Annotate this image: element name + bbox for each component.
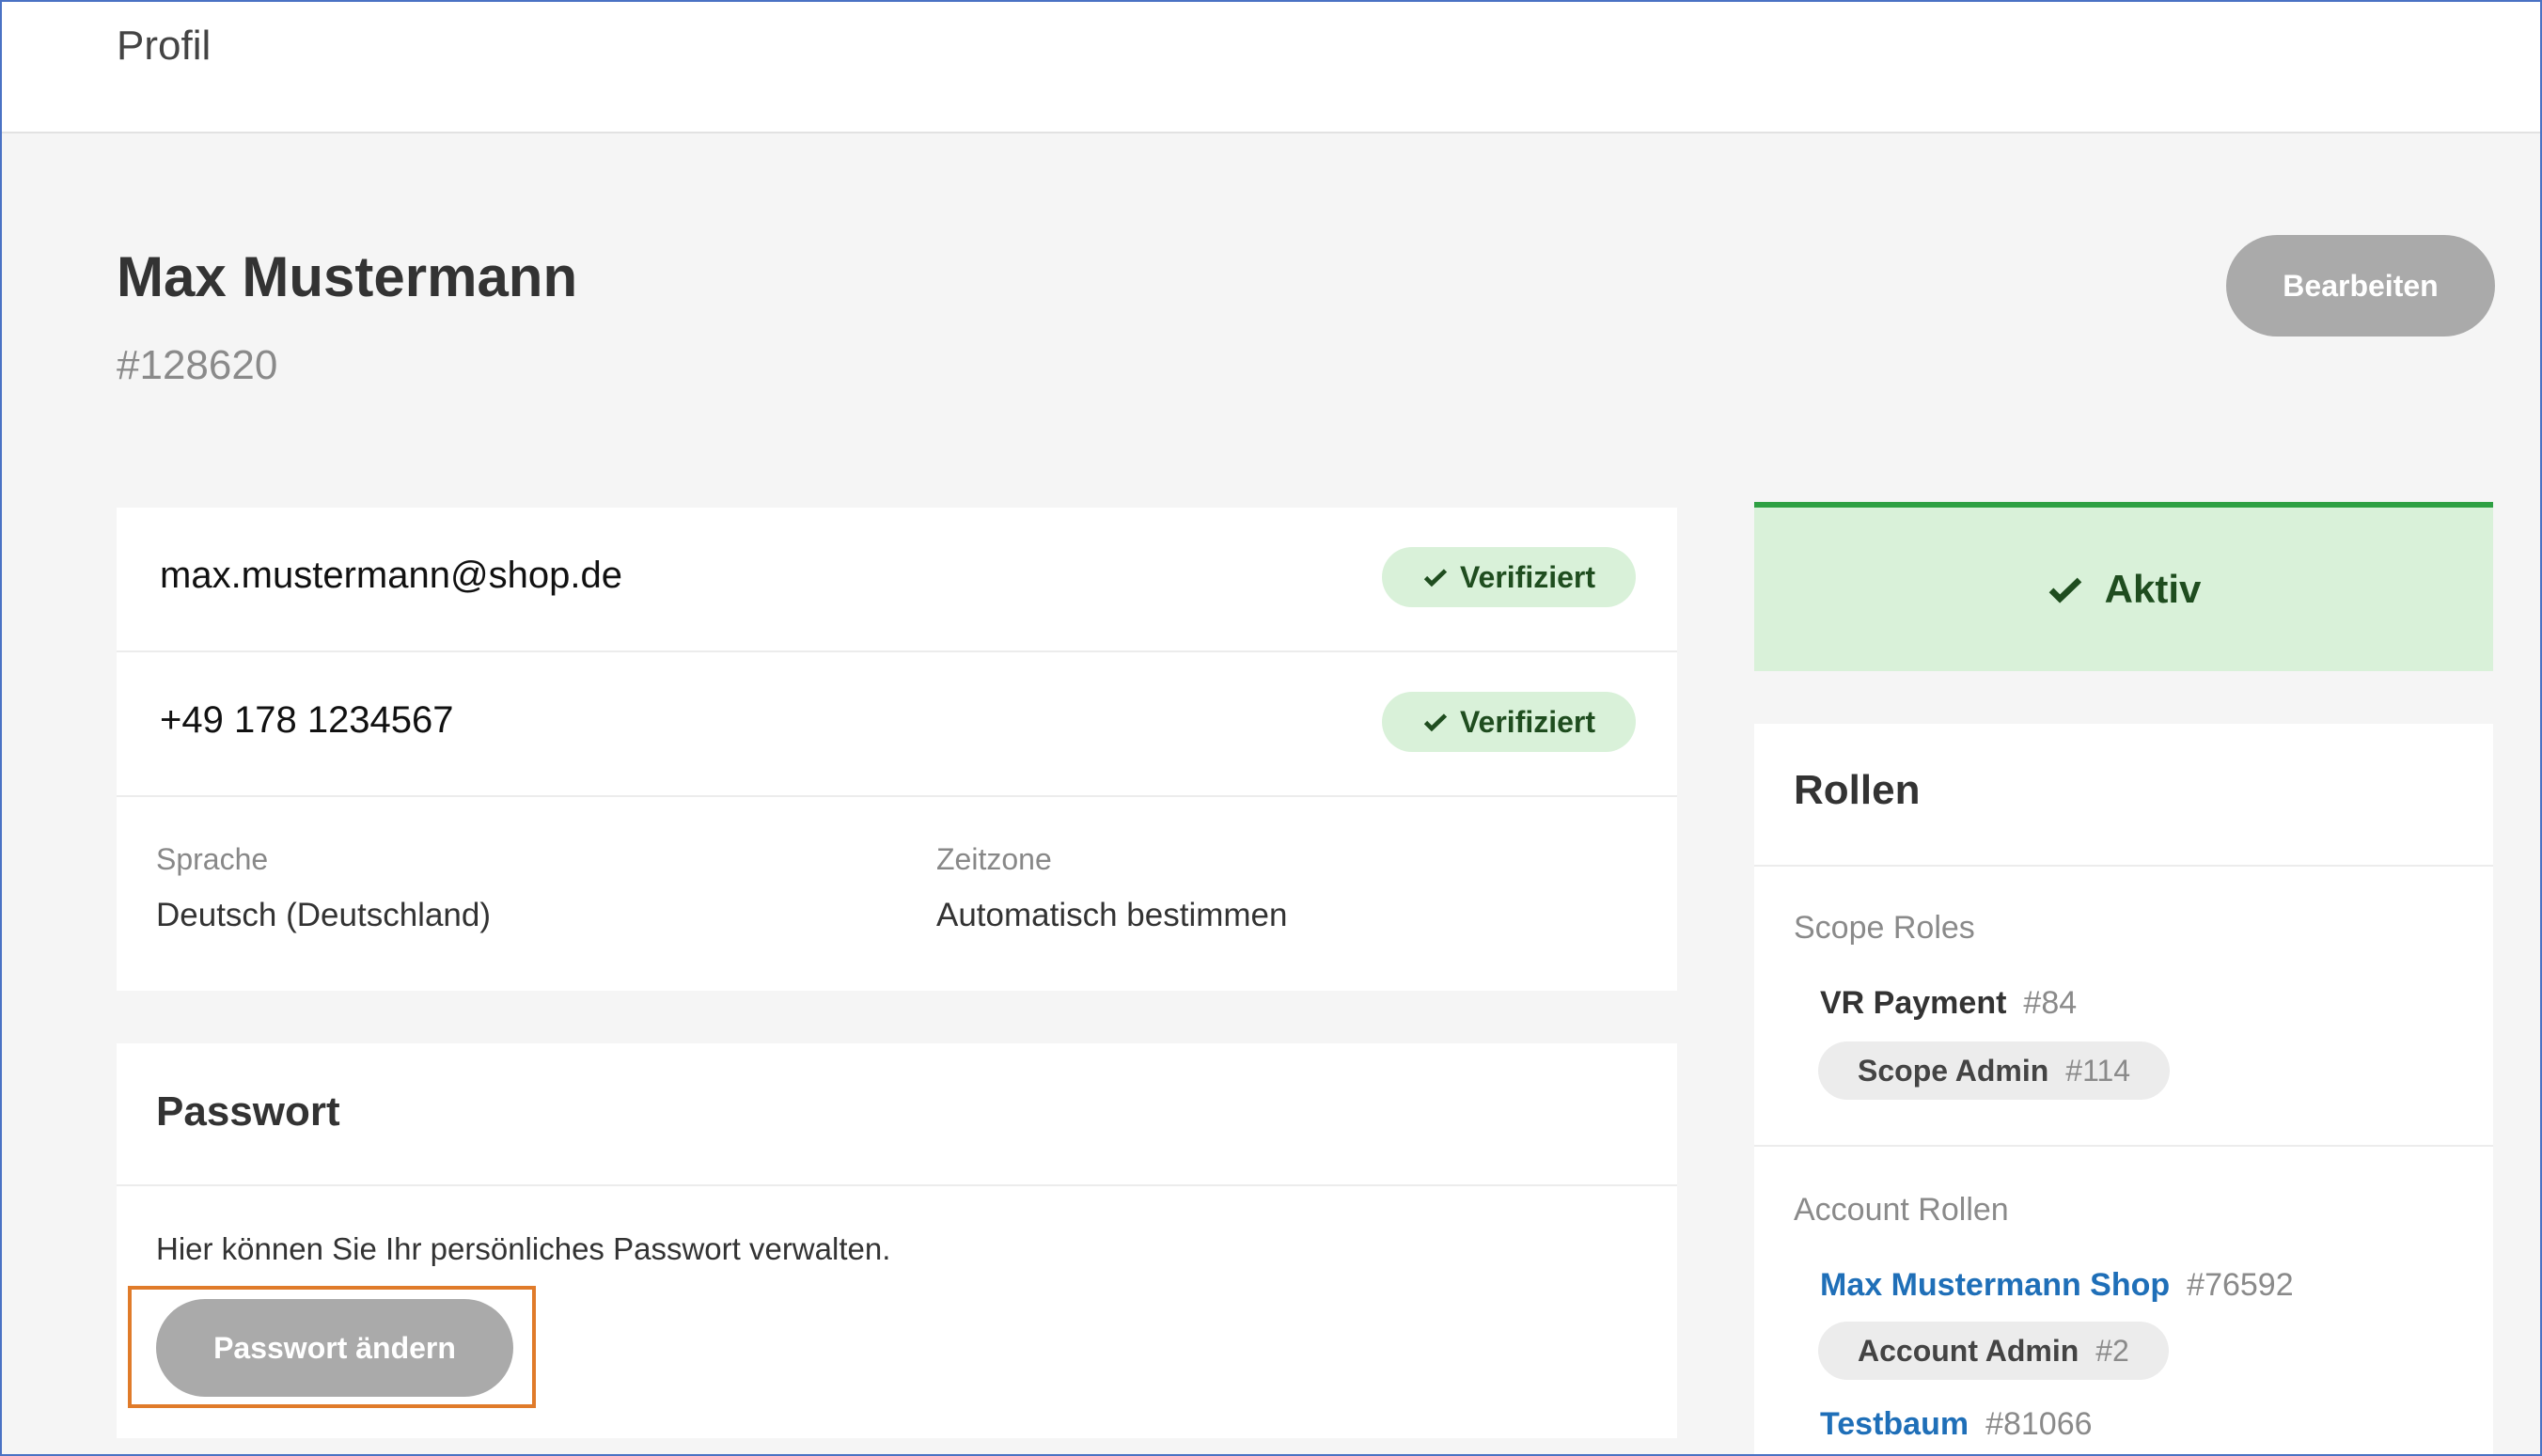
phone-row: +49 178 1234567 Verifiziert <box>117 650 1677 797</box>
phone-value: +49 178 1234567 <box>160 699 454 741</box>
role-id: #2 <box>2095 1333 2129 1368</box>
language-label: Sprache <box>156 842 269 876</box>
divider <box>1754 865 2493 867</box>
user-name: Max Mustermann <box>117 245 578 308</box>
divider <box>1754 1145 2493 1147</box>
check-icon <box>2048 577 2081 603</box>
account-link[interactable]: Testbaum #81066 <box>1820 1406 2093 1443</box>
divider <box>117 1184 1677 1186</box>
status-label: Aktiv <box>2104 567 2202 611</box>
timezone-value: Automatisch bestimmen <box>936 897 1288 933</box>
email-row: max.mustermann@shop.de Verifiziert <box>117 508 1677 652</box>
role-name: Scope Admin <box>1858 1053 2049 1088</box>
role-id: #114 <box>2065 1053 2131 1088</box>
account-id: #81066 <box>1985 1406 2093 1442</box>
email-verified-badge: Verifiziert <box>1382 547 1636 607</box>
account-roles-label: Account Rollen <box>1794 1192 2009 1228</box>
phone-verified-badge: Verifiziert <box>1382 692 1636 752</box>
roles-card: Rollen Scope Roles VR Payment #84 Scope A… <box>1754 724 2493 1454</box>
profile-window: Profil Max Mustermann #128620 Bearbeiten… <box>0 0 2542 1456</box>
role-chip: Scope Admin #114 <box>1818 1041 2171 1100</box>
role-chip: Account Admin #2 <box>1818 1322 2169 1380</box>
account-name[interactable]: Max Mustermann Shop <box>1820 1267 2170 1303</box>
email-status-label: Verifiziert <box>1459 559 1596 594</box>
scope-id: #84 <box>2023 985 2078 1021</box>
account-link[interactable]: Max Mustermann Shop #76592 <box>1820 1267 2294 1304</box>
phone-status-label: Verifiziert <box>1459 704 1596 739</box>
highlight-box <box>128 1286 536 1408</box>
language-value: Deutsch (Deutschland) <box>156 897 491 933</box>
check-icon <box>1423 713 1448 732</box>
top-bar: Profil <box>2 2 2540 133</box>
check-icon <box>1423 569 1448 587</box>
role-name: Account Admin <box>1858 1333 2079 1368</box>
password-description: Hier können Sie Ihr persönliches Passwor… <box>156 1231 891 1266</box>
page-title: Profil <box>117 23 212 69</box>
edit-button[interactable]: Bearbeiten <box>2226 235 2495 337</box>
account-id: #76592 <box>2187 1267 2294 1303</box>
scope-roles-label: Scope Roles <box>1794 910 1975 946</box>
scope-entity: VR Payment #84 <box>1820 985 2077 1022</box>
email-value: max.mustermann@shop.de <box>160 555 622 596</box>
contact-card: max.mustermann@shop.de Verifiziert +49 1… <box>117 508 1677 991</box>
user-id: #128620 <box>117 342 278 388</box>
status-card: Aktiv <box>1754 502 2493 671</box>
scope-name: VR Payment <box>1820 985 2007 1021</box>
timezone-label: Zeitzone <box>936 842 1052 876</box>
roles-title: Rollen <box>1794 767 1921 813</box>
account-name[interactable]: Testbaum <box>1820 1406 1969 1442</box>
password-title: Passwort <box>156 1088 340 1135</box>
